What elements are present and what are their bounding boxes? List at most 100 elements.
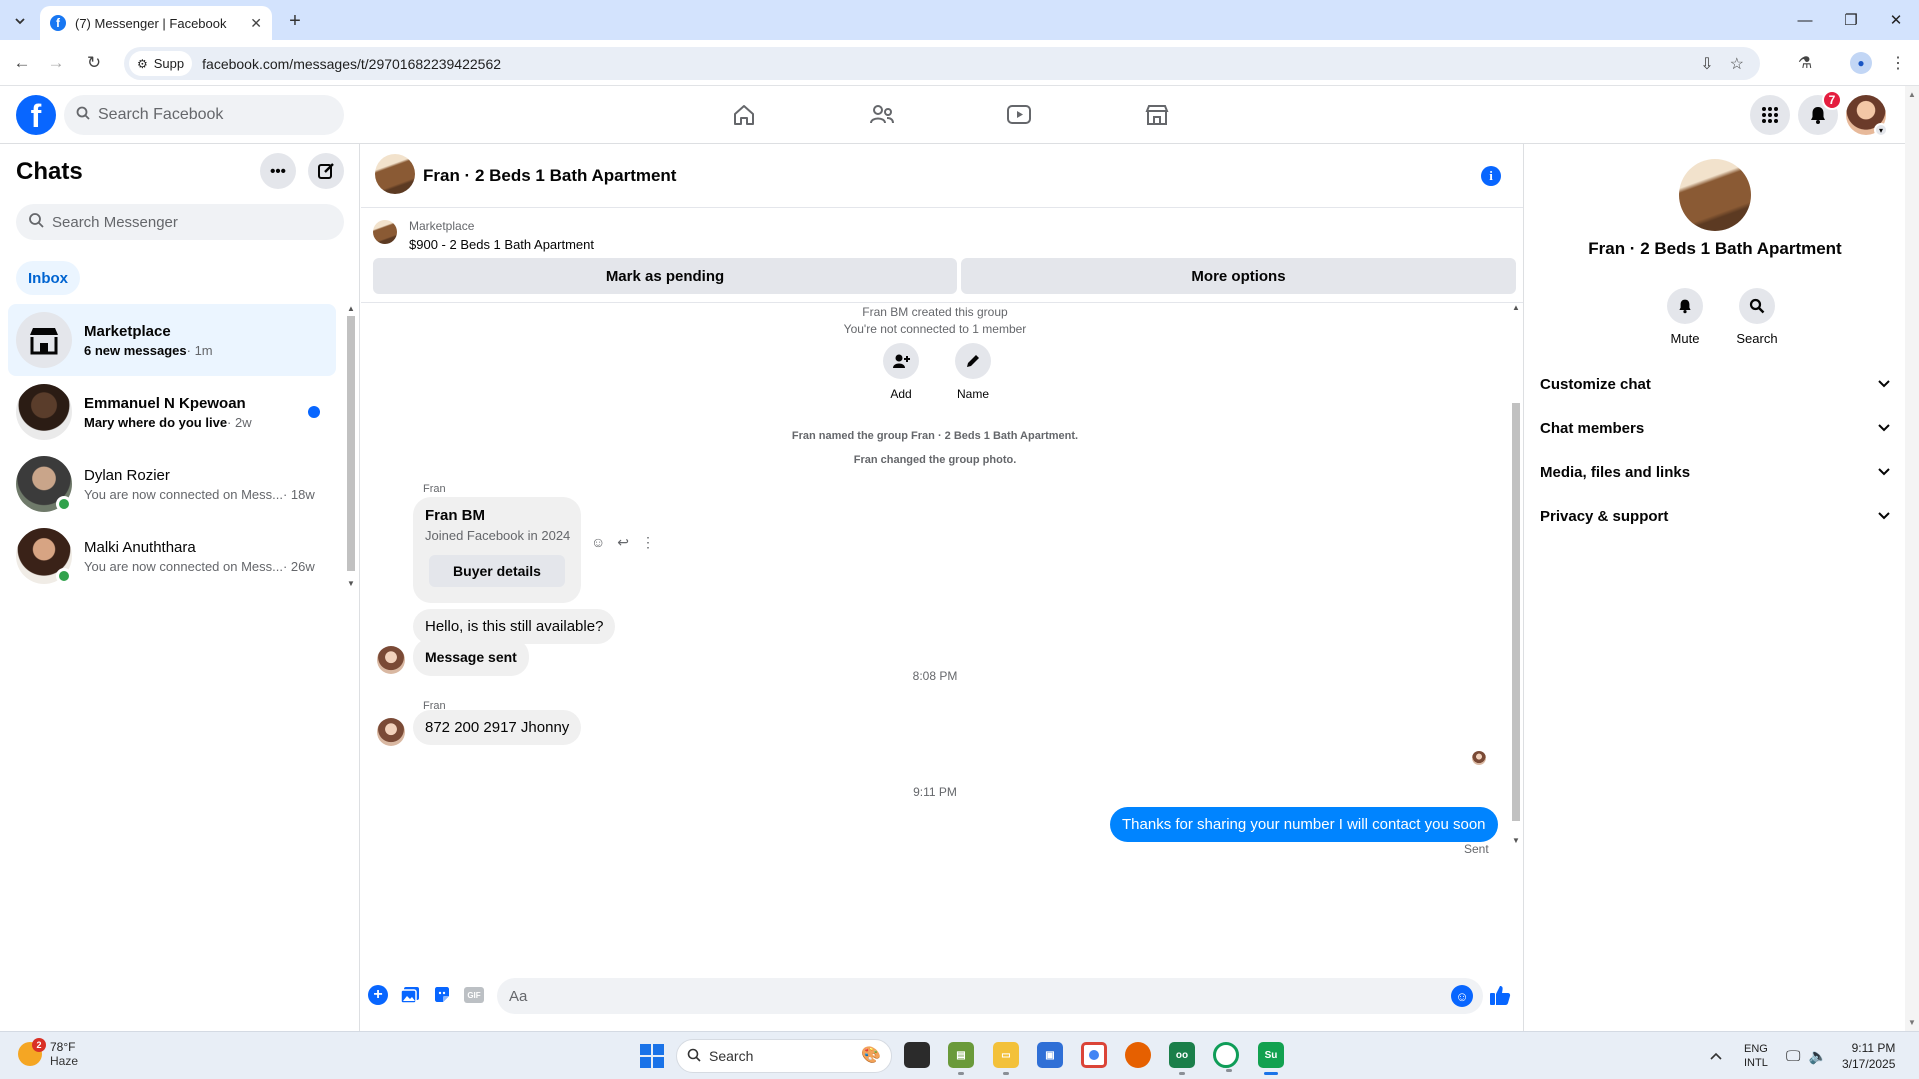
language-indicator[interactable]: ENG INTL (1744, 1032, 1768, 1079)
thread-scrollbar[interactable]: ▲ ▼ (1509, 303, 1523, 1079)
file-explorer-icon[interactable]: ▭ (993, 1042, 1019, 1075)
scrollbar-thumb[interactable] (347, 316, 355, 571)
facebook-logo-icon[interactable]: f (16, 95, 56, 135)
more-actions-button[interactable]: + (367, 984, 389, 1006)
tray-overflow-icon[interactable] (1710, 1032, 1722, 1079)
conversation-header: Fran · 2 Beds 1 Bath Apartment i (361, 144, 1523, 208)
taskbar-clock[interactable]: 9:11 PM 3/17/2025 (1842, 1040, 1895, 1072)
search-in-chat-button[interactable]: Search (1727, 288, 1787, 346)
group-avatar-large[interactable] (1679, 159, 1751, 231)
send-like-button[interactable] (1487, 982, 1513, 1008)
site-info-chip[interactable]: ⚙ Supp (129, 51, 193, 76)
chat-members-section[interactable]: Chat members (1532, 408, 1898, 448)
messenger-search-placeholder: Search Messenger (52, 213, 178, 231)
account-chevron-icon[interactable]: ▾ (1874, 123, 1888, 137)
video-icon[interactable] (999, 100, 1039, 130)
friends-icon[interactable] (862, 100, 902, 130)
weather-widget[interactable]: 2 78°F Haze (18, 1038, 78, 1068)
group-avatar[interactable] (375, 154, 415, 194)
taskbar-search[interactable]: Search 🎨 (676, 1039, 892, 1073)
scroll-up-icon[interactable]: ▲ (1512, 303, 1520, 312)
chat-preview: 6 new messages · 1m (84, 343, 328, 358)
scroll-up-icon[interactable]: ▲ (1908, 90, 1916, 99)
sticker-button[interactable] (431, 984, 453, 1006)
more-menu-icon[interactable]: ⋮ (1884, 49, 1912, 77)
chrome-profile-icon[interactable] (1213, 1042, 1239, 1072)
close-tab-icon[interactable]: ✕ (250, 15, 262, 32)
attach-media-button[interactable] (399, 984, 421, 1006)
voicemail-app-icon[interactable]: oo (1169, 1042, 1195, 1075)
new-tab-button[interactable]: + (282, 8, 308, 34)
minimize-icon[interactable]: — (1782, 6, 1828, 34)
buyer-details-button[interactable]: Buyer details (429, 555, 565, 587)
info-icon[interactable]: i (1481, 166, 1501, 186)
more-options-button[interactable]: More options (961, 258, 1516, 294)
scroll-down-icon[interactable]: ▼ (1512, 836, 1520, 845)
chat-item-emmanuel[interactable]: Emmanuel N Kpewoan Mary where do you liv… (8, 376, 336, 448)
restore-icon[interactable]: ❐ (1828, 6, 1874, 34)
scroll-down-icon[interactable]: ▼ (1908, 1018, 1916, 1027)
media-files-links-section[interactable]: Media, files and links (1532, 452, 1898, 492)
chat-list: Marketplace 6 new messages · 1m Emmanuel… (8, 304, 336, 592)
close-window-icon[interactable]: ✕ (1873, 6, 1919, 34)
store-app-icon[interactable]: ▣ (1037, 1042, 1063, 1068)
scrollbar-thumb[interactable] (1512, 403, 1520, 821)
task-view-icon[interactable] (904, 1042, 930, 1068)
gif-button[interactable]: GIF (463, 984, 485, 1006)
mark-as-pending-button[interactable]: Mark as pending (373, 258, 957, 294)
add-member-button[interactable]: Add (871, 343, 931, 401)
messenger-search-input[interactable]: Search Messenger (16, 204, 344, 240)
new-message-button[interactable] (308, 153, 344, 189)
reply-icon[interactable]: ↩ (617, 534, 629, 551)
address-bar[interactable]: ⚙ Supp facebook.com/messages/t/297016822… (124, 47, 1760, 80)
tab-inbox[interactable]: Inbox (16, 261, 80, 295)
chats-options-button[interactable]: ••• (260, 153, 296, 189)
emoji-icon[interactable]: ☺ (1451, 985, 1473, 1007)
customize-chat-section[interactable]: Customize chat (1532, 364, 1898, 404)
browser-tab-messenger[interactable]: f (7) Messenger | Facebook ✕ (40, 6, 272, 40)
labs-flask-icon[interactable]: ⚗ (1791, 49, 1819, 77)
incoming-message[interactable]: 872 200 2917 Jhonny (413, 710, 582, 745)
chat-meta: Marketplace 6 new messages · 1m (84, 323, 328, 358)
forward-icon[interactable]: → (42, 49, 70, 77)
buyer-name[interactable]: Fran BM (425, 507, 485, 524)
listing-thumbnail[interactable] (373, 220, 397, 244)
home-icon[interactable] (724, 100, 764, 130)
page-scrollbar[interactable]: ▲ ▼ (1905, 86, 1919, 1031)
mute-button[interactable]: Mute (1655, 288, 1715, 346)
windows-start-icon[interactable] (640, 1044, 664, 1068)
name-group-button[interactable]: Name (943, 343, 1003, 401)
facebook-search-input[interactable]: Search Facebook (64, 95, 344, 135)
scroll-down-icon[interactable]: ▼ (347, 579, 355, 588)
chrome-icon[interactable] (1081, 1042, 1107, 1068)
react-smiley-icon[interactable]: ☺ (591, 534, 605, 551)
profile-button[interactable]: ● (1847, 49, 1875, 77)
conversation-title[interactable]: Fran · 2 Beds 1 Bath Apartment (423, 166, 676, 186)
chat-item-dylan[interactable]: Dylan Rozier You are now connected on Me… (8, 448, 336, 520)
system-tray-icons[interactable]: 🖵 🔈 (1786, 1032, 1827, 1079)
online-status-dot (56, 568, 72, 584)
privacy-support-section[interactable]: Privacy & support (1532, 496, 1898, 536)
marketplace-icon[interactable] (1137, 100, 1177, 130)
bookmark-star-icon[interactable]: ☆ (1730, 54, 1744, 74)
listing-description[interactable]: $900 - 2 Beds 1 Bath Apartment (409, 237, 594, 252)
message-input[interactable] (497, 978, 1483, 1014)
tab-search-button[interactable] (8, 9, 32, 33)
menu-grid-button[interactable] (1750, 95, 1790, 135)
outgoing-message[interactable]: Thanks for sharing your number I will co… (1110, 807, 1498, 842)
install-app-icon[interactable]: ⇩ (1700, 54, 1713, 74)
name-label: Name (956, 387, 989, 401)
more-vertical-icon[interactable]: ⋮ (641, 534, 655, 551)
firefox-icon[interactable] (1125, 1042, 1151, 1068)
fran-avatar[interactable] (377, 718, 405, 746)
chat-item-marketplace[interactable]: Marketplace 6 new messages · 1m (8, 304, 336, 376)
add-person-icon (883, 343, 919, 379)
back-icon[interactable]: ← (8, 49, 36, 77)
scroll-up-icon[interactable]: ▲ (347, 304, 355, 313)
chat-list-scrollbar[interactable]: ▲ ▼ (344, 304, 358, 588)
spreadsheet-app-icon[interactable]: ▤ (948, 1042, 974, 1075)
timestamp: 9:11 PM (913, 785, 957, 799)
reload-icon[interactable]: ↻ (80, 49, 108, 77)
supp-app-icon[interactable]: Su (1258, 1042, 1284, 1075)
chat-item-malki[interactable]: Malki Anuththara You are now connected o… (8, 520, 336, 592)
